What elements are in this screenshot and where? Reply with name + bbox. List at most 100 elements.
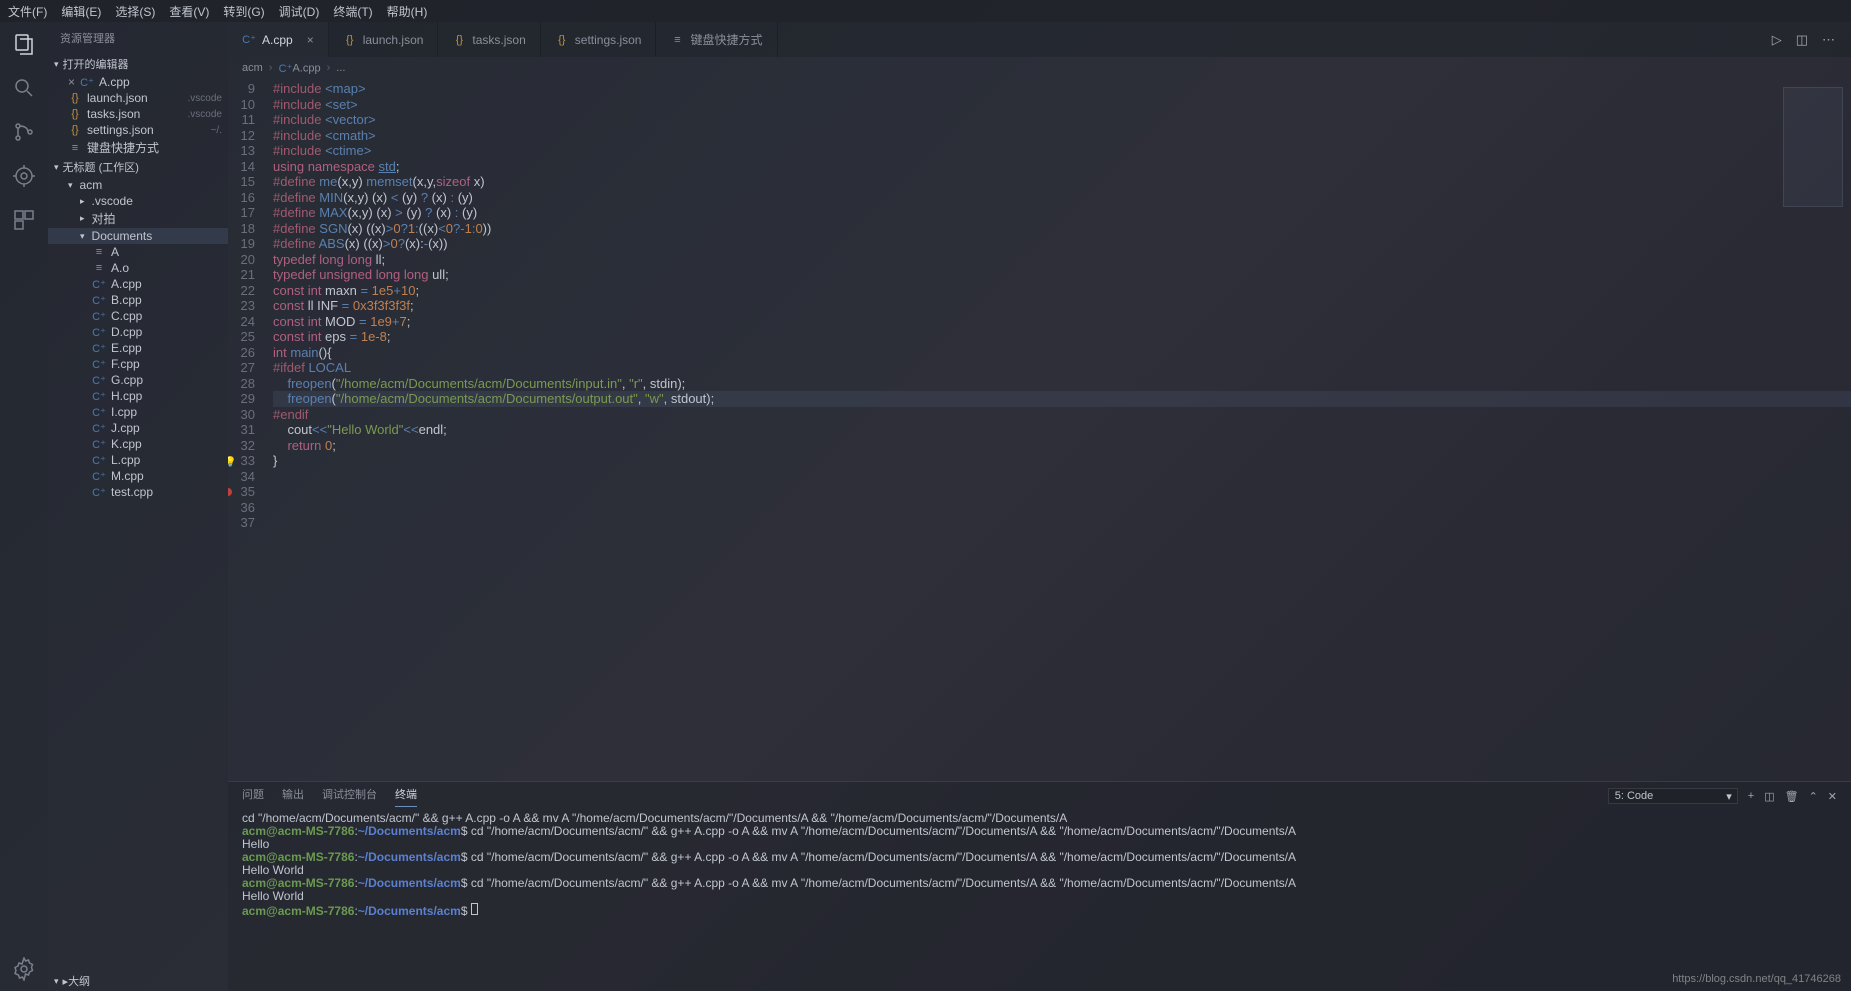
code-line[interactable]: freopen("/home/acm/Documents/acm/Documen… — [273, 376, 1851, 392]
line-number[interactable]: 14 — [228, 159, 255, 175]
menu-terminal[interactable]: 终端(T) — [333, 3, 372, 20]
line-number[interactable]: 26 — [228, 345, 255, 361]
line-number[interactable]: 25 — [228, 329, 255, 345]
line-number[interactable]: 37 — [228, 515, 255, 531]
panel-tab[interactable]: 调试控制台 — [322, 786, 377, 807]
code-line[interactable]: const int eps = 1e-8; — [273, 329, 1851, 345]
line-number[interactable]: 28 — [228, 376, 255, 392]
code-line[interactable]: #endif — [273, 407, 1851, 423]
file-tree-item[interactable]: ▸对拍 — [48, 209, 228, 228]
panel-tab[interactable]: 输出 — [282, 786, 304, 807]
menu-view[interactable]: 查看(V) — [169, 3, 209, 20]
explorer-icon[interactable] — [12, 32, 36, 56]
code-line[interactable]: #define ABS(x) ((x)>0?(x):-(x)) — [273, 236, 1851, 252]
line-number[interactable]: 31 — [228, 422, 255, 438]
line-number[interactable]: 32 — [228, 438, 255, 454]
open-editor-item[interactable]: ×C⁺A.cpp — [48, 74, 228, 90]
line-number[interactable]: 36 — [228, 500, 255, 516]
line-number[interactable]: 30 — [228, 407, 255, 423]
line-number[interactable]: 24 — [228, 314, 255, 330]
line-number[interactable]: 16 — [228, 190, 255, 206]
code-line[interactable]: #include <map> — [273, 81, 1851, 97]
line-number[interactable]: 23 — [228, 298, 255, 314]
file-tree-item[interactable]: C⁺F.cpp — [48, 356, 228, 372]
extensions-icon[interactable] — [12, 208, 36, 232]
code-line[interactable]: freopen("/home/acm/Documents/acm/Documen… — [273, 391, 1851, 407]
line-number[interactable]: 27 — [228, 360, 255, 376]
menu-debug[interactable]: 调试(D) — [279, 3, 320, 20]
close-icon[interactable]: × — [68, 75, 75, 89]
line-number[interactable]: 17 — [228, 205, 255, 221]
breakpoint-icon[interactable] — [228, 488, 232, 496]
code-line[interactable]: #define MIN(x,y) (x) < (y) ? (x) : (y) — [273, 190, 1851, 206]
file-tree-item[interactable]: C⁺G.cpp — [48, 372, 228, 388]
line-number[interactable]: 11 — [228, 112, 255, 128]
line-number[interactable]: 10 — [228, 97, 255, 113]
code-line[interactable]: typedef unsigned long long ull; — [273, 267, 1851, 283]
terminal-select[interactable]: 5: Code — [1608, 788, 1738, 804]
maximize-panel-icon[interactable]: ⌃ — [1809, 790, 1818, 803]
line-number[interactable]: 34 — [228, 469, 255, 485]
line-number[interactable]: 18 — [228, 221, 255, 237]
close-icon[interactable]: × — [307, 33, 314, 47]
line-number[interactable]: 19 — [228, 236, 255, 252]
file-tree-item[interactable]: C⁺L.cpp — [48, 452, 228, 468]
close-panel-icon[interactable]: ✕ — [1828, 790, 1837, 803]
split-terminal-icon[interactable]: ◫ — [1764, 790, 1774, 803]
code-line[interactable]: #include <vector> — [273, 112, 1851, 128]
workspace-header[interactable]: 无标题 (工作区) — [48, 157, 228, 177]
menu-select[interactable]: 选择(S) — [115, 3, 155, 20]
outline-header[interactable]: ▸ 大纲 — [48, 971, 228, 991]
line-number[interactable]: 15 — [228, 174, 255, 190]
breadcrumb-item[interactable]: ... — [336, 62, 345, 74]
code-line[interactable]: #define SGN(x) ((x)>0?1:((x)<0?-1:0)) — [273, 221, 1851, 237]
scm-icon[interactable] — [12, 120, 36, 144]
gutter[interactable]: 9101112131415161718192021222324252627282… — [228, 79, 273, 781]
settings-icon[interactable] — [12, 957, 36, 981]
code-line[interactable]: using namespace std; — [273, 159, 1851, 175]
file-tree-item[interactable]: C⁺B.cpp — [48, 292, 228, 308]
code-line[interactable]: #include <ctime> — [273, 143, 1851, 159]
run-icon[interactable]: ▷ — [1772, 32, 1782, 48]
file-tree-item[interactable]: C⁺J.cpp — [48, 420, 228, 436]
code-line[interactable]: return 0; — [273, 438, 1851, 454]
code-line[interactable]: cout<<"Hello World"<<endl; — [273, 422, 1851, 438]
debug-icon[interactable] — [12, 164, 36, 188]
file-tree-item[interactable]: ≡A — [48, 244, 228, 260]
code-line[interactable]: int main(){ — [273, 345, 1851, 361]
breadcrumb-item[interactable]: C⁺A.cpp — [278, 61, 320, 75]
code-line[interactable]: #include <set> — [273, 97, 1851, 113]
new-terminal-icon[interactable]: + — [1748, 790, 1754, 802]
file-tree-item[interactable]: C⁺M.cpp — [48, 468, 228, 484]
panel-tab[interactable]: 问题 — [242, 786, 264, 807]
file-tree-item[interactable]: C⁺C.cpp — [48, 308, 228, 324]
line-number[interactable]: 21 — [228, 267, 255, 283]
open-editor-item[interactable]: {}tasks.json.vscode — [48, 106, 228, 122]
editor-tab[interactable]: {}tasks.json — [438, 22, 540, 57]
file-tree-item[interactable]: ▾Documents — [48, 228, 228, 244]
file-tree-item[interactable]: C⁺test.cpp — [48, 484, 228, 500]
line-number[interactable]: 20 — [228, 252, 255, 268]
terminal-output[interactable]: cd "/home/acm/Documents/acm/" && g++ A.c… — [228, 810, 1851, 991]
code-line[interactable]: typedef long long ll; — [273, 252, 1851, 268]
breadcrumb-item[interactable]: acm — [242, 62, 263, 74]
code-line[interactable]: const int MOD = 1e9+7; — [273, 314, 1851, 330]
file-tree-item[interactable]: C⁺D.cpp — [48, 324, 228, 340]
editor-tab[interactable]: {}settings.json — [541, 22, 657, 57]
code-line[interactable]: const int maxn = 1e5+10; — [273, 283, 1851, 299]
breadcrumb[interactable]: acm›C⁺A.cpp›... — [228, 57, 1851, 79]
open-editor-item[interactable]: {}launch.json.vscode — [48, 90, 228, 106]
line-number[interactable]: 9 — [228, 81, 255, 97]
open-editor-item[interactable]: {}settings.json~/. — [48, 122, 228, 138]
split-icon[interactable]: ◫ — [1796, 32, 1808, 48]
search-icon[interactable] — [12, 76, 36, 100]
file-tree-item[interactable]: ▾acm — [48, 177, 228, 193]
file-tree-item[interactable]: C⁺H.cpp — [48, 388, 228, 404]
panel-tab[interactable]: 终端 — [395, 786, 417, 807]
line-number[interactable]: 12 — [228, 128, 255, 144]
minimap[interactable] — [1783, 87, 1843, 207]
line-number[interactable]: 35 — [228, 484, 255, 500]
editor-tab[interactable]: {}launch.json — [329, 22, 439, 57]
editor-tab[interactable]: C⁺A.cpp× — [228, 22, 329, 57]
code-line[interactable]: #define me(x,y) memset(x,y,sizeof x) — [273, 174, 1851, 190]
